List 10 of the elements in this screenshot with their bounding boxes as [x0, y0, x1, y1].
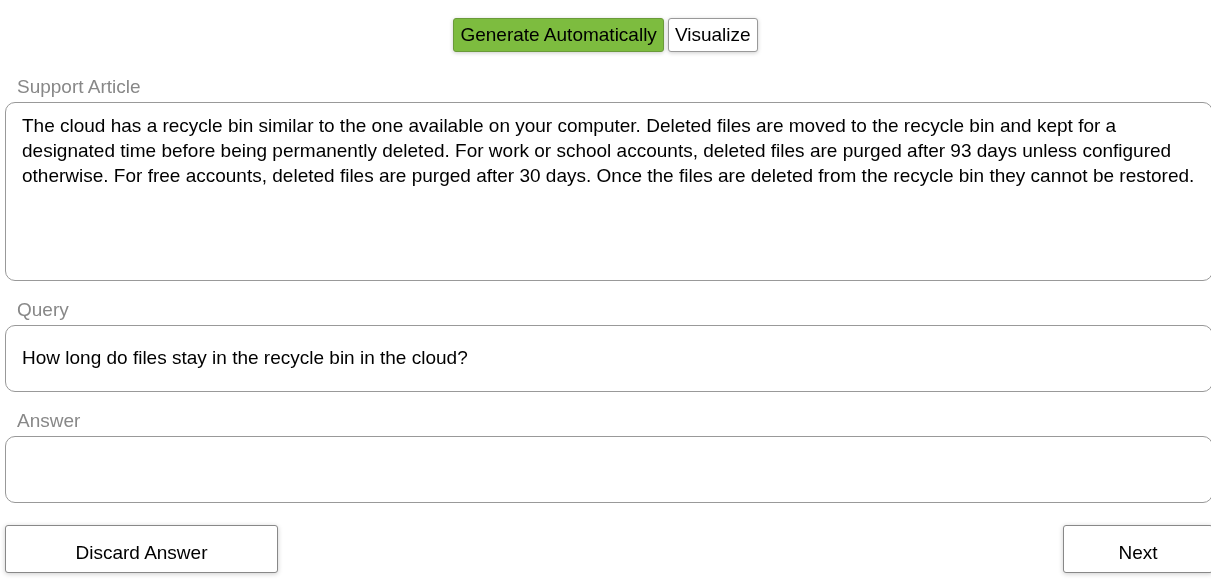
next-button[interactable]: Next	[1063, 525, 1211, 573]
field-label: Support Article	[17, 76, 142, 98]
text-field[interactable]: The cloud has a recycle bin similar to the one available on your computer. Deleted files are moved to the recycle bin and kept for a designated time before being permanently deleted. For work or school accounts, deleted files are purged after 93 days unless configured otherwise. For free accounts, deleted files are purged after 30 days. Once the files are deleted from the recycle bin they cannot be restored.	[5, 102, 1211, 281]
field-label: Answer	[17, 410, 82, 432]
field-label: Query	[17, 299, 70, 321]
discard-button[interactable]: Discard Answer	[5, 525, 278, 573]
visualize-button[interactable]: Visualize	[667, 18, 758, 52]
text-field[interactable]: How long do files stay in the recycle bin in the cloud?	[5, 325, 1211, 392]
generate-button[interactable]: Generate Automatically	[453, 18, 664, 52]
text-field[interactable]	[5, 436, 1211, 503]
